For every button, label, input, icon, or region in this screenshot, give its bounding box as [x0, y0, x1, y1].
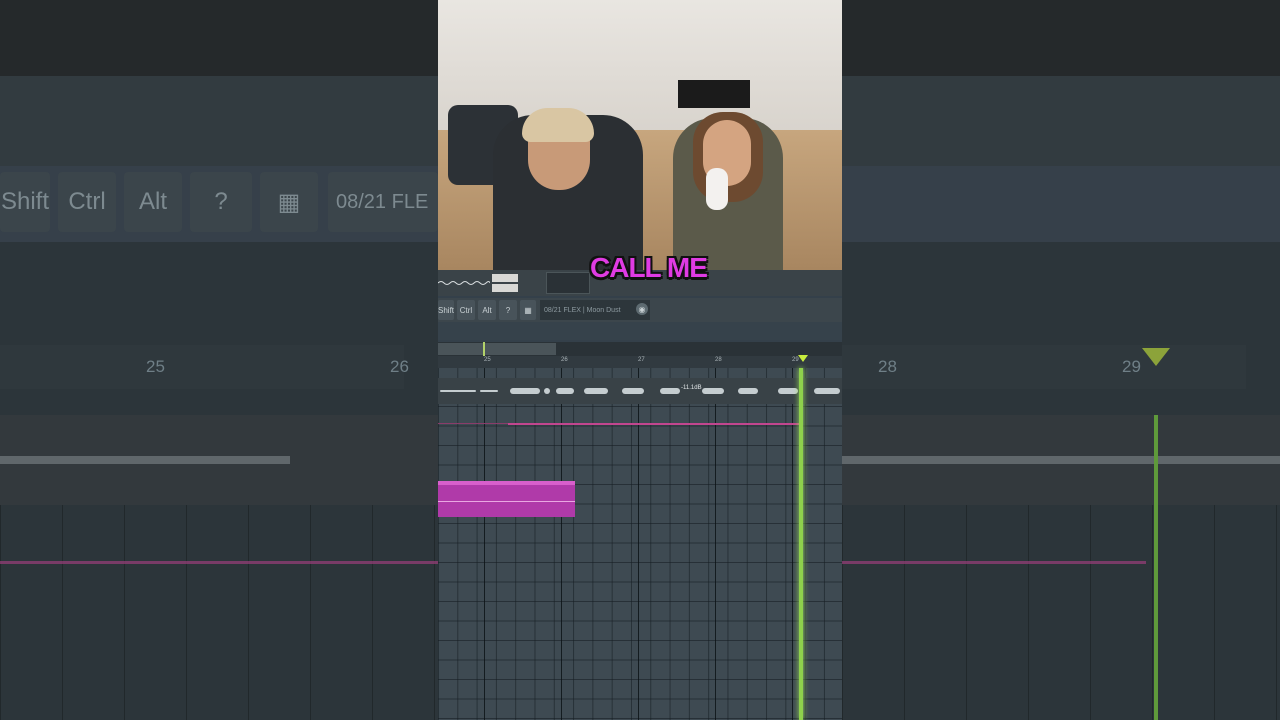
bar-divider-lines — [438, 368, 842, 720]
blurred-webcam-strip — [0, 0, 438, 76]
center-frame: CALL ME Shift Ctrl Alt ? ▦ 08/21 FLEX | … — [438, 0, 842, 720]
scroll-position-marker — [483, 342, 485, 356]
webcam-feed — [438, 0, 842, 270]
waveform-segment — [660, 388, 680, 394]
blurred-help-icon: ? — [190, 172, 252, 232]
db-readout: -11.1dB — [681, 385, 702, 391]
waveform-segment — [440, 390, 476, 392]
oscilloscope — [438, 281, 490, 285]
pattern-clip[interactable] — [438, 481, 575, 517]
alt-key[interactable]: Alt — [478, 300, 496, 320]
blurred-grid — [0, 505, 438, 720]
blurred-playhead — [1154, 415, 1158, 720]
blurred-ruler: 25 26 — [0, 345, 409, 389]
shift-key[interactable]: Shift — [438, 300, 454, 320]
hint-bar: 08/21 FLEX | Moon Dust — [540, 300, 650, 320]
automation-clip[interactable] — [508, 423, 800, 425]
blurred-cart-icon: ▦ — [260, 172, 318, 232]
pattern-note-line — [438, 501, 575, 502]
waveform-segment — [702, 388, 724, 394]
waveform-segment — [778, 388, 798, 394]
blurred-automation — [842, 561, 1146, 564]
panel-gap — [438, 322, 842, 340]
globe-icon[interactable]: ◉ — [636, 303, 648, 315]
scrollbar-thumb[interactable] — [438, 343, 556, 355]
subtitle-caption: CALL ME — [590, 252, 708, 283]
tick-25: 25 — [484, 357, 491, 363]
blurred-waveform — [0, 456, 290, 464]
waveform-segment — [584, 388, 608, 394]
blurred-song-marker-icon — [1142, 348, 1170, 366]
waveform-segment — [544, 388, 550, 394]
blurred-automation — [0, 561, 438, 564]
blurred-webcam-strip — [842, 0, 1280, 76]
ctrl-key[interactable]: Ctrl — [457, 300, 475, 320]
automation-clip-dim — [438, 423, 508, 424]
blurred-shift-key: Shift — [0, 172, 50, 232]
tick-28: 28 — [715, 357, 722, 363]
blurred-grid — [842, 505, 1280, 720]
tick-27: 27 — [638, 357, 645, 363]
volume-slider[interactable] — [492, 274, 518, 282]
pitch-slider[interactable] — [492, 284, 518, 292]
waveform-segment — [738, 388, 758, 394]
streamer-hair — [522, 108, 594, 142]
microphone — [706, 168, 728, 210]
waveform-segment — [510, 388, 540, 394]
blurred-ruler: 28 29 — [842, 345, 1246, 389]
playhead[interactable] — [799, 368, 803, 720]
waveform-segment — [556, 388, 574, 394]
blurred-ctrl-key: Ctrl — [58, 172, 116, 232]
blurred-tick-26: 26 — [390, 357, 409, 376]
waveform-segment — [480, 390, 498, 392]
blurred-toolbar — [842, 166, 1280, 242]
blurred-background-left: Shift Ctrl Alt ? ▦ 08/21 FLE 25 26 — [0, 0, 438, 720]
blurred-header — [842, 76, 1280, 166]
blurred-header — [0, 76, 438, 166]
blurred-tick-25: 25 — [146, 357, 165, 376]
song-marker-icon[interactable] — [798, 355, 808, 362]
waveform-segment — [814, 388, 840, 394]
blurred-waveform — [842, 456, 1280, 464]
tick-26: 26 — [561, 357, 568, 363]
blurred-hint-bar: 08/21 FLE — [328, 172, 438, 232]
blurred-alt-key: Alt — [124, 172, 182, 232]
cpu-monitor — [546, 272, 590, 294]
blurred-tick-28: 28 — [878, 357, 897, 376]
waveform-segment — [622, 388, 644, 394]
wall-sign — [678, 80, 750, 108]
help-icon[interactable]: ? — [499, 300, 517, 320]
blurred-tick-29: 29 — [1122, 357, 1141, 376]
cart-icon[interactable]: ▦ — [520, 300, 536, 320]
blurred-background-right: 28 29 — [842, 0, 1280, 720]
